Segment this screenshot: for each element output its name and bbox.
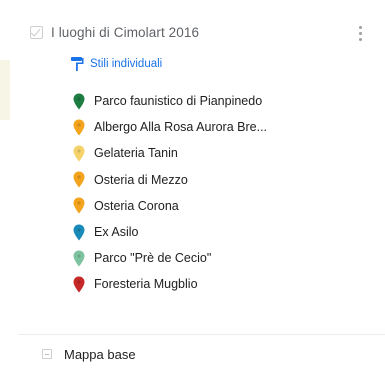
collapse-icon[interactable] xyxy=(42,349,52,359)
map-pin-icon xyxy=(73,250,85,267)
layer-header: I luoghi di Cimolart 2016 xyxy=(30,20,375,44)
map-pin-icon xyxy=(73,145,85,162)
place-label: Gelateria Tanin xyxy=(94,146,178,161)
checkmark-icon xyxy=(30,25,41,37)
places-list: Parco faunistico di Pianpinedo Albergo Al… xyxy=(73,88,267,298)
place-label: Osteria Corona xyxy=(94,198,179,213)
map-pin-icon xyxy=(73,119,85,136)
place-item[interactable]: Parco "Prè de Cecio" xyxy=(73,245,267,271)
place-label: Parco "Prè de Cecio" xyxy=(94,251,212,266)
paint-roller-icon xyxy=(71,57,84,71)
base-map-label: Mappa base xyxy=(64,346,136,362)
style-selector[interactable]: Stili individuali xyxy=(70,54,162,74)
map-pin-icon xyxy=(73,197,85,214)
divider xyxy=(18,334,385,335)
place-label: Foresteria Mugblio xyxy=(94,277,198,292)
place-label: Osteria di Mezzo xyxy=(94,172,188,187)
style-label: Stili individuali xyxy=(90,58,163,70)
place-item[interactable]: Ex Asilo xyxy=(73,219,267,245)
base-map-layer[interactable]: Mappa base xyxy=(42,344,136,364)
place-item[interactable]: Osteria di Mezzo xyxy=(73,167,267,193)
map-pin-icon xyxy=(73,224,85,241)
map-edge xyxy=(0,60,10,120)
place-item[interactable]: Foresteria Mugblio xyxy=(73,271,267,297)
more-vert-icon[interactable] xyxy=(353,22,367,44)
map-pin-icon xyxy=(73,276,85,293)
layer-visibility-checkbox[interactable] xyxy=(30,25,43,39)
place-label: Parco faunistico di Pianpinedo xyxy=(94,94,263,109)
place-item[interactable]: Parco faunistico di Pianpinedo xyxy=(73,88,267,114)
layer-panel: I luoghi di Cimolart 2016 Stili individu… xyxy=(0,0,385,391)
place-item[interactable]: Albergo Alla Rosa Aurora Bre... xyxy=(73,114,267,140)
map-pin-icon xyxy=(73,93,85,110)
layer-title[interactable]: I luoghi di Cimolart 2016 xyxy=(51,25,199,40)
place-item[interactable]: Osteria Corona xyxy=(73,193,267,219)
map-pin-icon xyxy=(73,171,85,188)
place-label: Albergo Alla Rosa Aurora Bre... xyxy=(94,120,268,135)
place-item[interactable]: Gelateria Tanin xyxy=(73,140,267,166)
place-label: Ex Asilo xyxy=(94,225,139,240)
